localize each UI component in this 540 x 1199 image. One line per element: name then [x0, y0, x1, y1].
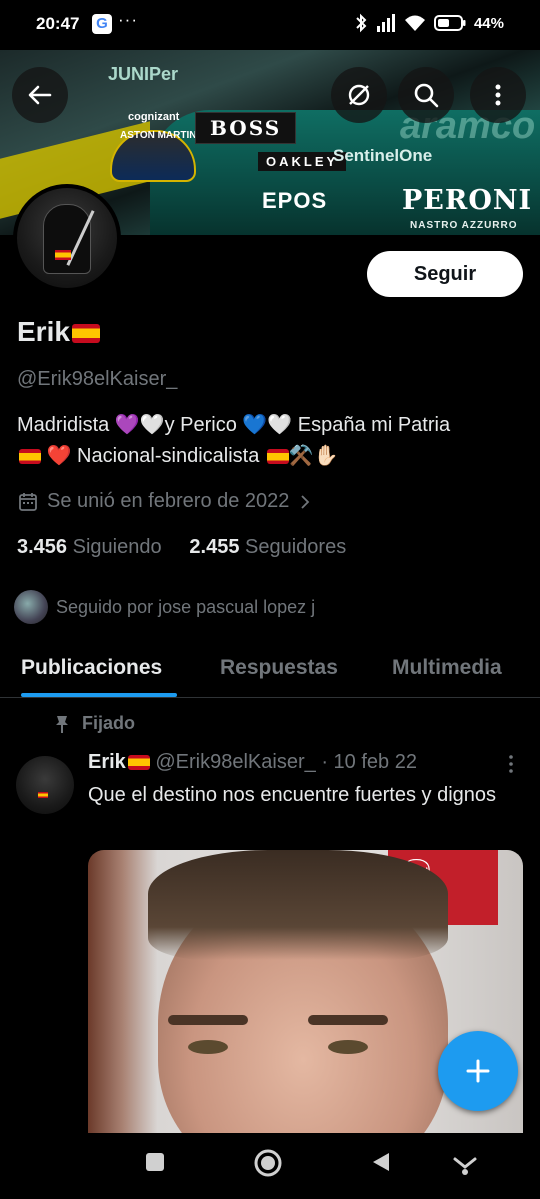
post-date[interactable]: · 10 feb 22	[321, 751, 417, 773]
status-bar: 20:47 G ··· 44%	[0, 0, 540, 50]
tab-multimedia[interactable]: Multimedia	[392, 656, 502, 680]
chevron-right-icon	[301, 494, 310, 509]
banner-sponsor-peroni: PERONI	[402, 185, 533, 216]
profile-name-text: Erik	[17, 316, 70, 347]
image-right-eye	[328, 1040, 368, 1054]
profile-handle: @Erik98elKaiser_	[17, 368, 178, 390]
system-nav-bar	[0, 1133, 540, 1199]
following-link[interactable]: 3.456 Siguiendo	[17, 536, 162, 558]
pin-icon	[56, 715, 68, 733]
more-vertical-icon	[509, 755, 513, 773]
battery-icon	[433, 15, 466, 31]
post-more-button[interactable]	[503, 752, 519, 781]
avatar-flag	[55, 250, 71, 260]
status-time: 20:47	[36, 14, 80, 33]
google-icon: G	[92, 14, 112, 34]
post-header: Erik @Erik98elKaiser_ · 10 feb 22	[88, 751, 417, 774]
calendar-icon	[19, 492, 37, 511]
image-left-eye	[188, 1040, 228, 1054]
banner-sponsor-aston: ASTON MARTIN	[120, 130, 197, 141]
follow-button[interactable]: Seguir	[367, 251, 523, 297]
bio-line-2-tail: ⚒️✋🏻	[288, 445, 339, 467]
image-right-brow	[308, 1015, 388, 1025]
avatar-image	[17, 188, 117, 288]
home-icon[interactable]	[253, 1148, 283, 1178]
banner-sponsor-juniper: JUNIPer	[108, 64, 179, 84]
pinned-indicator: Fijado	[54, 713, 135, 734]
follower-avatar	[14, 590, 48, 624]
back-button[interactable]	[12, 67, 68, 123]
back-nav-icon[interactable]	[370, 1151, 392, 1173]
banner-sponsor-cognizant: cognizant	[128, 111, 180, 123]
battery-percent: 44%	[473, 14, 504, 32]
joined-text: Se unió en febrero de 2022	[47, 490, 290, 512]
post-handle[interactable]: @Erik98elKaiser_	[155, 751, 315, 773]
followers-label: Seguidores	[245, 536, 347, 558]
search-icon	[414, 83, 439, 108]
plus-icon	[466, 1059, 490, 1083]
bio-line-2-text: ❤️ Nacional-sindicalista	[46, 445, 260, 467]
image-left-brow	[168, 1015, 248, 1025]
image-hair	[148, 850, 448, 960]
post-avatar-flag	[38, 792, 48, 798]
more-vertical-icon	[495, 84, 501, 106]
arrow-left-icon	[28, 85, 52, 105]
banner-sponsor-boss: BOSS	[195, 112, 297, 144]
joined-date[interactable]: Se unió en febrero de 2022	[17, 490, 313, 513]
following-label: Siguiendo	[72, 536, 162, 558]
followers-count: 2.455	[189, 536, 240, 558]
compose-button[interactable]	[438, 1031, 518, 1111]
tab-publicaciones[interactable]: Publicaciones	[21, 656, 162, 680]
profile-avatar[interactable]	[13, 184, 121, 292]
spain-flag-icon	[71, 324, 100, 343]
spain-flag-icon	[266, 449, 289, 464]
search-button[interactable]	[398, 67, 454, 123]
bio-line-2: ❤️ Nacional-sindicalista ⚒️✋🏻	[17, 441, 527, 472]
active-tab-indicator	[21, 693, 177, 697]
tab-respuestas[interactable]: Respuestas	[220, 656, 338, 680]
followers-link[interactable]: 2.455 Seguidores	[189, 536, 346, 558]
profile-bio: Madridista 💜🤍y Perico 💙🤍 España mi Patri…	[17, 410, 527, 472]
profile-tabs: Publicaciones Respuestas Multimedia	[0, 640, 540, 698]
post-text: Que el destino nos encuentre fuertes y d…	[88, 784, 497, 806]
bluetooth-icon	[356, 13, 367, 33]
more-options-button[interactable]	[470, 67, 526, 123]
banner-sponsor-epos: EPOS	[262, 188, 328, 213]
banner-sponsor-nastro: NASTRO AZZURRO	[410, 220, 518, 231]
post-avatar[interactable]	[16, 756, 74, 814]
assistant-icon[interactable]	[452, 1151, 478, 1177]
mute-notifications-button[interactable]	[331, 67, 387, 123]
followed-by[interactable]: Seguido por jose pascual lopez j	[14, 590, 315, 624]
recents-icon[interactable]	[144, 1151, 166, 1173]
notification-dots: ···	[118, 10, 138, 29]
profile-name: Erik	[17, 316, 100, 348]
post-author[interactable]: Erik	[88, 751, 126, 773]
spain-flag-icon	[19, 449, 41, 464]
follow-counts: 3.456 Siguiendo 2.455 Seguidores	[17, 536, 346, 559]
followed-by-text: Seguido por jose pascual lopez j	[56, 596, 316, 617]
spain-flag-icon	[127, 755, 150, 770]
wifi-icon	[404, 15, 425, 31]
banner-sponsor-sentinel: SentinelOne	[333, 146, 433, 165]
no-translate-icon	[348, 84, 370, 106]
pinned-label: Fijado	[82, 713, 135, 733]
following-count: 3.456	[17, 536, 68, 558]
signal-icon	[376, 14, 395, 32]
bio-line-1: Madridista 💜🤍y Perico 💙🤍 España mi Patri…	[17, 414, 451, 436]
